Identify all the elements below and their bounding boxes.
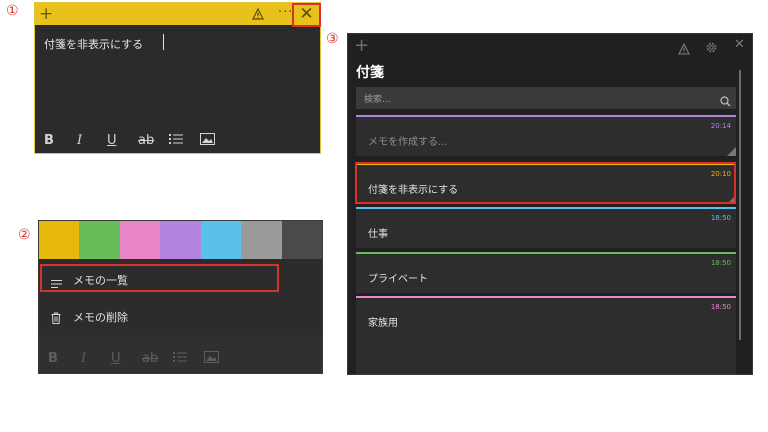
note-color-bar (356, 115, 736, 117)
sticky-note-window: + ··· ✕ 付箋を非表示にする B I U ab (34, 2, 321, 154)
menu-item-highlight (40, 264, 279, 292)
note-text: プライベート (368, 274, 428, 285)
step-marker-2: ② (18, 227, 31, 243)
search-placeholder: 検索... (364, 95, 391, 105)
menu-item-delete-note[interactable]: メモの削除 (39, 299, 322, 335)
bullet-list-button[interactable] (169, 133, 183, 149)
strikethrough-button[interactable]: ab (138, 133, 154, 148)
note-highlight (355, 162, 736, 204)
note-color-bar (356, 207, 736, 209)
note-color-bar (356, 296, 736, 298)
add-note-icon[interactable]: + (354, 34, 369, 58)
note-card[interactable]: 18:50 プライベート (356, 252, 736, 293)
italic-button[interactable]: I (77, 133, 82, 148)
color-swatch-gray[interactable] (241, 221, 282, 259)
notes-list-window: + ✕ 付箋 検索... 20:14 メモを作成する... 20:10 付箋を非… (347, 33, 753, 375)
gear-icon[interactable] (705, 39, 718, 58)
color-swatch-blue[interactable] (200, 221, 242, 259)
note-time: 20:14 (710, 122, 731, 130)
bold-button[interactable]: B (44, 133, 54, 148)
warning-icon[interactable] (252, 5, 264, 24)
text-caret (163, 34, 164, 50)
strikethrough-button: ab (142, 351, 159, 366)
note-title-bar: + ··· ✕ (35, 3, 321, 27)
color-swatch-pink[interactable] (119, 221, 161, 259)
bold-button: B (48, 351, 58, 366)
search-input[interactable]: 検索... (356, 87, 736, 109)
note-card[interactable]: 18:50 家族用 (356, 296, 736, 374)
note-card[interactable]: 18:50 仕事 (356, 207, 736, 248)
note-time: 18:50 (710, 214, 731, 222)
close-button[interactable]: ✕ (292, 3, 321, 27)
image-button[interactable] (200, 133, 215, 149)
step-marker-1: ① (6, 3, 19, 19)
search-icon (720, 92, 731, 111)
underline-button: U (111, 351, 121, 366)
close-icon: ✕ (299, 4, 314, 24)
step-marker-3: ③ (326, 31, 339, 47)
add-note-icon[interactable]: + (39, 3, 53, 25)
color-swatch-yellow[interactable] (39, 221, 80, 259)
note-time: 18:50 (710, 303, 731, 311)
italic-button: I (81, 351, 87, 366)
color-swatch-green[interactable] (79, 221, 120, 259)
note-text: 仕事 (368, 229, 388, 240)
menu-item-label: メモの削除 (73, 311, 128, 324)
color-swatch-charcoal[interactable] (281, 221, 322, 259)
close-icon[interactable]: ✕ (734, 37, 745, 52)
warning-icon[interactable] (678, 40, 690, 59)
note-color-bar (356, 252, 736, 254)
trash-icon (51, 309, 61, 328)
underline-button[interactable]: U (107, 133, 117, 148)
note-time: 18:50 (710, 259, 731, 267)
bullet-list-button (173, 351, 187, 367)
page-title: 付箋 (356, 65, 384, 81)
color-swatches (39, 221, 322, 259)
note-card[interactable]: 20:14 メモを作成する... (356, 115, 736, 156)
note-menu-window: メモの一覧 メモの削除 B I U ab (38, 220, 323, 374)
note-body-text[interactable]: 付箋を非表示にする (44, 36, 143, 52)
scrollbar[interactable] (739, 70, 741, 340)
image-button (204, 351, 219, 367)
note-text: 家族用 (368, 318, 398, 329)
color-swatch-purple[interactable] (160, 221, 201, 259)
note-text: メモを作成する... (368, 137, 448, 148)
note-corner (727, 147, 736, 156)
